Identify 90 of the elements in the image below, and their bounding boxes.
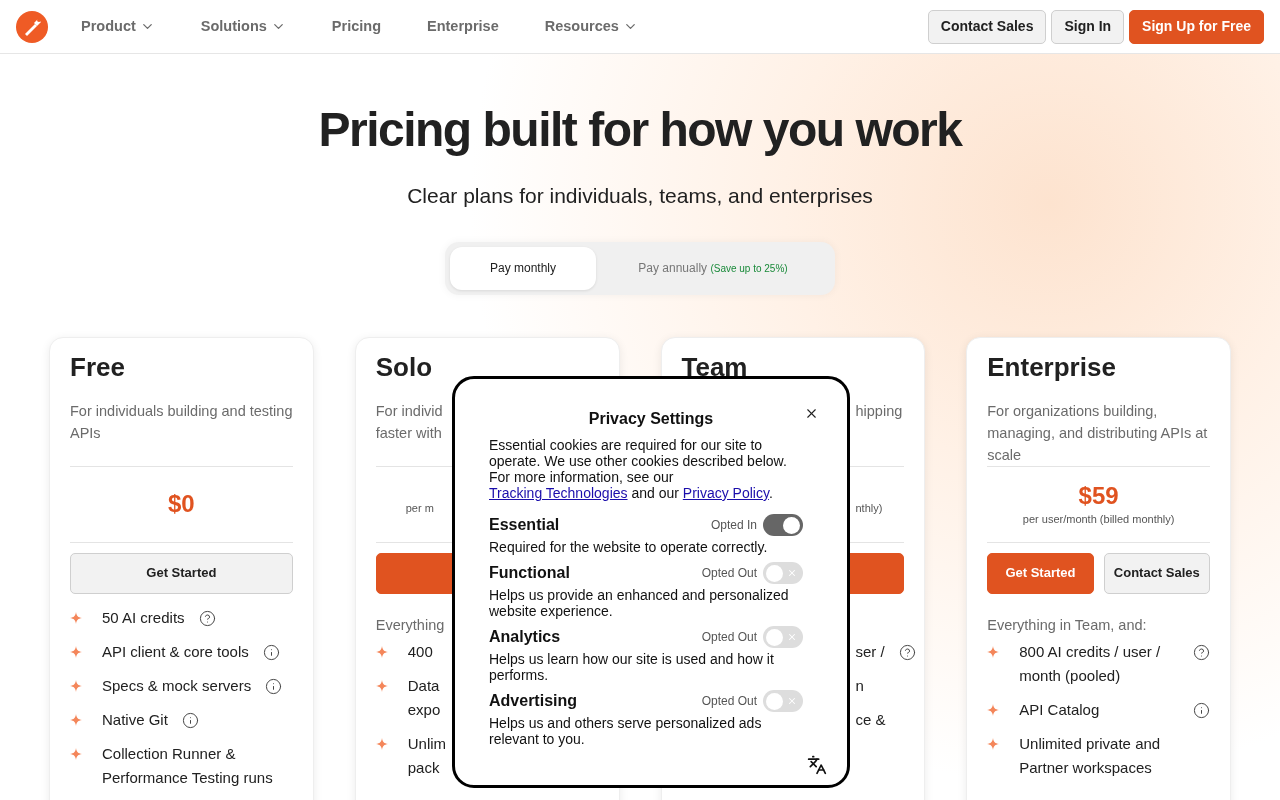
category-description: Helps us provide an enhanced and personalized website experience. — [489, 587, 790, 619]
features-intro: Everything in Team, and: — [987, 615, 1147, 635]
nav-link[interactable]: Solutions — [200, 15, 286, 38]
consent-status: Opted In — [710, 517, 757, 534]
toggle-switch[interactable] — [763, 626, 803, 648]
feature-text: API Catalog — [1019, 699, 1100, 720]
sparkle-icon — [70, 747, 82, 760]
category-description: Helps us and others serve personalized ads relevant to you. — [489, 715, 763, 747]
plan-name: Team — [681, 351, 749, 382]
action-button[interactable]: Sign Up for Free — [1129, 9, 1264, 44]
dialog-body: Essential cookies are required for our site to operate. We use other cookies described below. For more information, see our Tracking Technologies and our Privacy Policy. — [489, 437, 788, 501]
page-title: Pricing built for how you work — [317, 102, 964, 158]
plan-description: For individuals building and testing APIs — [70, 401, 293, 443]
help-icon[interactable] — [1193, 643, 1210, 661]
close-icon — [804, 406, 819, 421]
action-button[interactable]: Get Started — [70, 552, 293, 594]
action-button[interactable]: Get Started — [987, 552, 1094, 594]
consent-status: Opted Out — [701, 693, 757, 710]
toggle-switch[interactable] — [763, 562, 803, 584]
action-button[interactable]: Contact Sales — [927, 9, 1047, 44]
plan-name: Solo — [375, 351, 434, 382]
consent-status: Opted Out — [701, 629, 757, 646]
sparkle-icon — [375, 679, 388, 692]
category-description: Required for the website to operate correctly. — [489, 539, 769, 555]
plan-description: For individ faster with — [375, 401, 443, 443]
feature-text: 50 AI credits — [102, 607, 185, 628]
category-description: Helps us learn how our site is used and how it performs. — [489, 651, 775, 683]
sparkle-icon — [70, 645, 82, 658]
sparkle-icon — [987, 737, 1000, 750]
consent-status: Opted Out — [701, 565, 757, 582]
x-icon — [787, 632, 797, 642]
policy-link[interactable]: Privacy Policy — [682, 485, 769, 501]
page-subtitle: Clear plans for individuals, teams, and enterprises — [406, 183, 874, 209]
feature-text: 800 AI credits / user / month (pooled) — [1019, 641, 1162, 686]
translate-icon[interactable] — [807, 755, 827, 775]
features-intro: Everything — [375, 615, 445, 635]
price-note: per user/month (billed monthly) — [1022, 511, 1175, 527]
sparkle-icon — [987, 703, 1000, 716]
category-name: Analytics — [489, 627, 561, 647]
logo-icon[interactable] — [16, 10, 48, 43]
nav-link[interactable]: Resources — [544, 15, 638, 38]
plan-description: hipping — [855, 401, 903, 421]
plan-price: $59 — [1078, 480, 1119, 511]
policy-link[interactable]: Tracking Technologies — [489, 485, 628, 501]
info-icon[interactable] — [181, 711, 199, 729]
help-icon[interactable] — [198, 609, 216, 627]
sparkle-icon — [70, 611, 82, 624]
toggle-switch[interactable] — [763, 514, 803, 536]
billing-option[interactable]: Pay monthly — [450, 246, 596, 290]
billing-option[interactable]: Pay annually (Save up to 25%) — [596, 246, 830, 290]
feature-text: API client & core tools — [102, 641, 249, 662]
x-icon — [787, 568, 797, 578]
info-icon[interactable] — [1193, 701, 1210, 719]
info-icon[interactable] — [265, 677, 283, 695]
price-note: per m — [405, 500, 434, 516]
nav-link[interactable]: Enterprise — [427, 15, 499, 38]
help-icon[interactable] — [898, 643, 916, 661]
nav-link[interactable]: Pricing — [331, 15, 381, 38]
dialog-title: Privacy Settings — [587, 409, 715, 429]
plan-name: Enterprise — [987, 351, 1117, 382]
feature-text: n — [855, 675, 864, 696]
feature-text: Collection Runner & Performance Testing runs — [102, 743, 274, 788]
plan-description: For organizations building, managing, and distributing APIs at scale — [987, 401, 1209, 465]
info-icon[interactable] — [262, 643, 280, 661]
feature-text: Data expo — [407, 675, 441, 720]
feature-text: Unlimited private and Partner workspaces — [1019, 733, 1162, 778]
category-name: Functional — [489, 563, 570, 583]
feature-text: ser / — [855, 641, 885, 662]
sparkle-icon — [987, 645, 1000, 658]
toggle-switch[interactable] — [763, 690, 803, 712]
feature-text: Native Git — [102, 709, 168, 730]
nav-link[interactable]: Product — [81, 15, 155, 38]
sparkle-icon — [70, 679, 82, 692]
action-button[interactable]: Contact Sales — [1103, 552, 1210, 594]
plan-price: $0 — [168, 489, 195, 519]
price-note: nthly) — [855, 500, 883, 516]
feature-text: Specs & mock servers — [102, 675, 252, 696]
savings-note: (Save up to 25%) — [710, 263, 788, 274]
sparkle-icon — [375, 645, 388, 658]
feature-text: 400 — [407, 641, 433, 662]
sparkle-icon — [375, 737, 388, 750]
action-button[interactable]: Sign In — [1051, 9, 1125, 44]
x-icon — [787, 696, 797, 706]
feature-text: ce & — [855, 709, 886, 730]
close-button[interactable] — [804, 406, 819, 421]
plan-name: Free — [70, 351, 126, 382]
sparkle-icon — [70, 713, 82, 726]
category-name: Advertising — [489, 691, 577, 711]
feature-text: Unlim pack — [407, 733, 447, 778]
category-name: Essential — [489, 515, 560, 535]
